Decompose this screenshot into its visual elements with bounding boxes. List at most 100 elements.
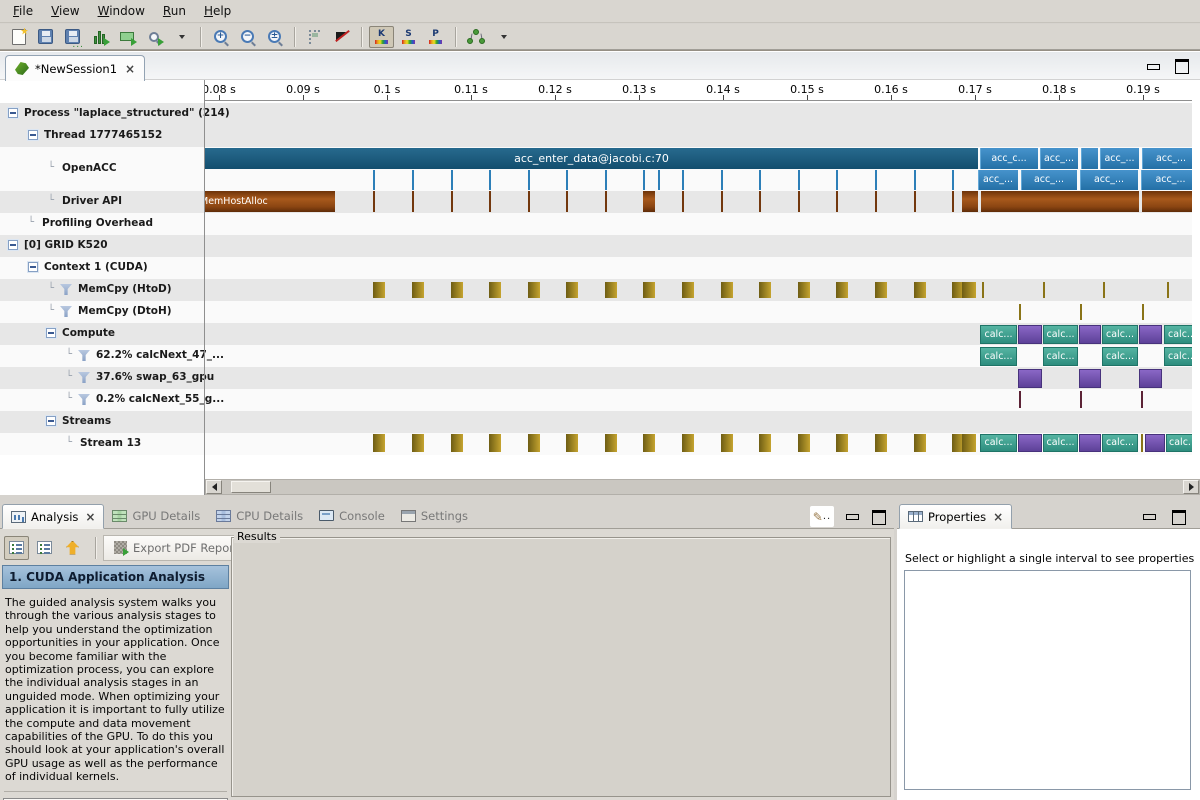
stream-13-interval[interactable]: calc... bbox=[1102, 434, 1138, 452]
session-tab[interactable]: *NewSession1 × bbox=[5, 55, 145, 81]
analyze-application-icon[interactable] bbox=[141, 26, 166, 48]
openacc-top-interval[interactable]: acc_enter_data@jacobi.c:70 bbox=[205, 148, 978, 169]
stream-color-icon[interactable]: S bbox=[396, 26, 421, 48]
properties-maximize-icon[interactable] bbox=[1172, 510, 1185, 521]
memcpy-htod-memcpy-interval[interactable] bbox=[682, 282, 694, 298]
expander-icon-grid-k520[interactable] bbox=[8, 240, 18, 250]
save-session-icon[interactable] bbox=[33, 26, 58, 48]
kernel-swap-63-interval[interactable] bbox=[1079, 369, 1101, 388]
memcpy-htod-memcpy-interval[interactable] bbox=[721, 282, 733, 298]
rename-session-icon[interactable] bbox=[114, 26, 139, 48]
kernel-calcnext-47-interval[interactable]: calc... bbox=[1164, 347, 1192, 366]
zoom-out-icon[interactable]: − bbox=[235, 26, 260, 48]
stream-13-memcpy-interval[interactable] bbox=[373, 434, 385, 452]
expander-icon-compute[interactable] bbox=[46, 328, 56, 338]
stream-13-interval[interactable] bbox=[1079, 434, 1101, 452]
memcpy-htod-memcpy-interval[interactable] bbox=[759, 282, 771, 298]
openacc-top-interval[interactable]: acc_c... bbox=[980, 148, 1038, 169]
tree-item-thread[interactable]: Thread 1777465152 bbox=[44, 129, 162, 141]
memcpy-htod-memcpy-interval[interactable] bbox=[875, 282, 887, 298]
goto-marker-icon[interactable] bbox=[329, 26, 354, 48]
stream-13-interval[interactable] bbox=[962, 434, 976, 452]
stream-13-interval[interactable]: calc... bbox=[1043, 434, 1078, 452]
expander-icon-thread[interactable] bbox=[28, 130, 38, 140]
export-pdf-button[interactable]: Export PDF Report bbox=[103, 535, 249, 561]
new-session-icon[interactable] bbox=[6, 26, 31, 48]
panel-maximize-icon[interactable] bbox=[872, 510, 885, 521]
stream-13-memcpy-interval[interactable] bbox=[489, 434, 501, 452]
memcpy-htod-memcpy-interval[interactable] bbox=[914, 282, 926, 298]
stream-13-interval[interactable]: calc... bbox=[980, 434, 1017, 452]
tab-settings[interactable]: Settings bbox=[393, 503, 476, 528]
menu-file[interactable]: File bbox=[4, 1, 42, 21]
stream-13-memcpy-interval[interactable] bbox=[412, 434, 424, 452]
openacc-sub-interval[interactable]: acc_... bbox=[1080, 170, 1138, 190]
tree-item-openacc[interactable]: OpenACC bbox=[62, 162, 117, 174]
scroll-right-button[interactable] bbox=[1183, 480, 1199, 494]
tree-item-profiling-overhead[interactable]: Profiling Overhead bbox=[42, 217, 153, 229]
menu-view[interactable]: View bbox=[42, 1, 88, 21]
memcpy-htod-memcpy-interval[interactable] bbox=[605, 282, 617, 298]
stream-13-memcpy-interval[interactable] bbox=[682, 434, 694, 452]
stream-13-memcpy-interval[interactable] bbox=[451, 434, 463, 452]
driver-api-interval[interactable] bbox=[1142, 191, 1192, 212]
tab-gpu-details[interactable]: GPU Details bbox=[104, 503, 208, 528]
scroll-left-button[interactable] bbox=[206, 480, 222, 494]
openacc-top-interval[interactable]: acc_... bbox=[1142, 148, 1192, 169]
close-icon[interactable]: × bbox=[85, 510, 95, 524]
tree-item-compute[interactable]: Compute bbox=[62, 327, 115, 339]
compute-interval[interactable]: calc... bbox=[1043, 325, 1078, 344]
generate-timeline-icon[interactable] bbox=[87, 26, 112, 48]
horizontal-scrollbar[interactable] bbox=[205, 479, 1200, 495]
stream-13-memcpy-interval[interactable] bbox=[875, 434, 887, 452]
kernel-calcnext-47-interval[interactable]: calc... bbox=[980, 347, 1017, 366]
stream-13-memcpy-interval[interactable] bbox=[914, 434, 926, 452]
horizontal-sash[interactable] bbox=[0, 495, 1200, 503]
tree-item-streams[interactable]: Streams bbox=[62, 415, 111, 427]
properties-minimize-icon[interactable] bbox=[1142, 511, 1155, 522]
back-up-button[interactable] bbox=[60, 536, 85, 560]
memcpy-htod-memcpy-interval[interactable] bbox=[566, 282, 578, 298]
stream-13-interval[interactable]: calc... bbox=[1166, 434, 1192, 452]
memcpy-htod-memcpy-interval[interactable] bbox=[412, 282, 424, 298]
driver-api-interval[interactable] bbox=[962, 191, 978, 212]
tab-properties[interactable]: Properties× bbox=[899, 504, 1012, 529]
compute-interval[interactable]: calc... bbox=[1164, 325, 1192, 344]
memcpy-htod-memcpy-interval[interactable] bbox=[528, 282, 540, 298]
tab-cpu-details[interactable]: CPU Details bbox=[208, 503, 311, 528]
expander-icon-process[interactable] bbox=[8, 108, 18, 118]
stream-13-memcpy-interval[interactable] bbox=[759, 434, 771, 452]
memcpy-htod-interval[interactable] bbox=[962, 282, 976, 298]
driver-api-interval[interactable]: MemHostAlloc bbox=[205, 191, 335, 212]
panel-minimize-icon[interactable] bbox=[845, 511, 858, 522]
stream-13-interval[interactable] bbox=[1145, 434, 1165, 452]
expander-icon-streams[interactable] bbox=[46, 416, 56, 426]
menu-run[interactable]: Run bbox=[154, 1, 195, 21]
memcpy-htod-memcpy-interval[interactable] bbox=[836, 282, 848, 298]
close-icon[interactable]: × bbox=[993, 510, 1003, 524]
compute-interval[interactable]: calc... bbox=[1102, 325, 1138, 344]
expander-icon-context-1[interactable] bbox=[28, 262, 38, 272]
tab-analysis[interactable]: Analysis× bbox=[2, 504, 104, 529]
driver-api-interval[interactable] bbox=[643, 191, 655, 212]
stream-13-memcpy-interval[interactable] bbox=[566, 434, 578, 452]
zoom-fit-icon[interactable]: ± bbox=[262, 26, 287, 48]
tree-item-context-1[interactable]: Context 1 (CUDA) bbox=[44, 261, 148, 273]
menu-help[interactable]: Help bbox=[195, 1, 240, 21]
analysis-dropdown-caret[interactable] bbox=[490, 26, 515, 48]
tab-console[interactable]: Console bbox=[311, 503, 393, 528]
openacc-top-interval[interactable]: acc_... bbox=[1100, 148, 1139, 169]
stream-13-memcpy-interval[interactable] bbox=[643, 434, 655, 452]
unguided-analysis-icon[interactable] bbox=[463, 26, 488, 48]
tree-item-memcpy-htod[interactable]: MemCpy (HtoD) bbox=[78, 283, 172, 295]
compute-interval[interactable] bbox=[1139, 325, 1162, 344]
tree-item-kernel-swap-63[interactable]: 37.6% swap_63_gpu bbox=[96, 371, 214, 383]
compute-interval[interactable]: calc... bbox=[980, 325, 1017, 344]
guided-analysis-button[interactable] bbox=[4, 536, 29, 560]
scrollbar-thumb[interactable] bbox=[231, 481, 271, 493]
zoom-in-icon[interactable]: + bbox=[208, 26, 233, 48]
compute-interval[interactable] bbox=[1079, 325, 1101, 344]
compute-interval[interactable] bbox=[1018, 325, 1042, 344]
stream-13-interval[interactable] bbox=[1018, 434, 1042, 452]
openacc-sub-interval[interactable]: acc_... bbox=[1141, 170, 1192, 190]
